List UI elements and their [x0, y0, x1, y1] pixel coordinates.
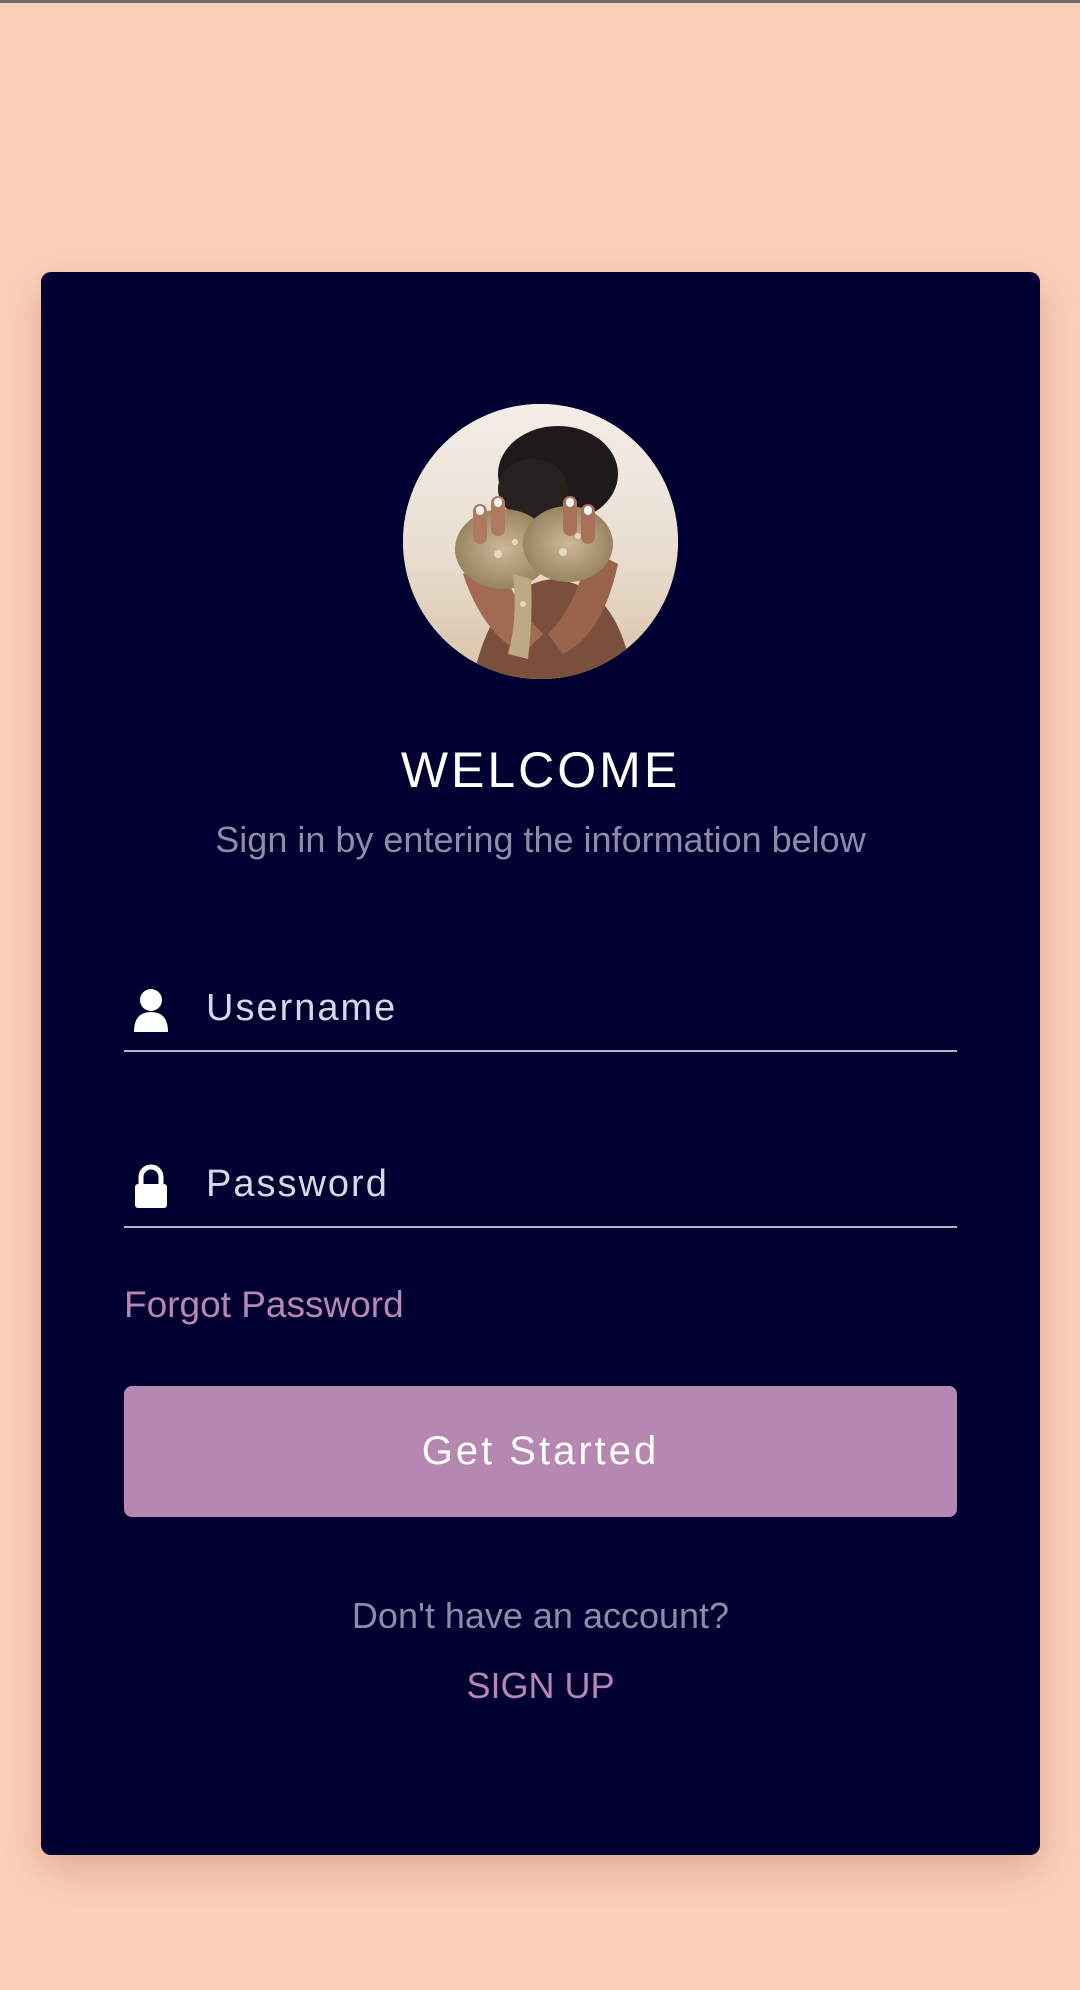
sign-up-link[interactable]: SIGN UP	[41, 1664, 1040, 1708]
username-input[interactable]	[206, 970, 946, 1046]
password-field[interactable]	[124, 1146, 957, 1228]
top-edge-divider	[0, 0, 1080, 3]
login-card: WELCOME Sign in by entering the informat…	[41, 272, 1040, 1855]
password-input[interactable]	[206, 1146, 946, 1222]
welcome-subtitle: Sign in by entering the information belo…	[215, 819, 866, 860]
username-field[interactable]	[124, 970, 957, 1052]
avatar-photo	[403, 404, 678, 679]
get-started-button[interactable]: Get Started	[124, 1386, 957, 1517]
lock-icon	[132, 1164, 170, 1210]
forgot-password-link[interactable]: Forgot Password	[124, 1282, 404, 1328]
welcome-title: WELCOME	[400, 742, 681, 798]
avatar	[403, 404, 678, 679]
user-icon	[132, 988, 170, 1034]
no-account-text: Don't have an account?	[351, 1595, 730, 1636]
